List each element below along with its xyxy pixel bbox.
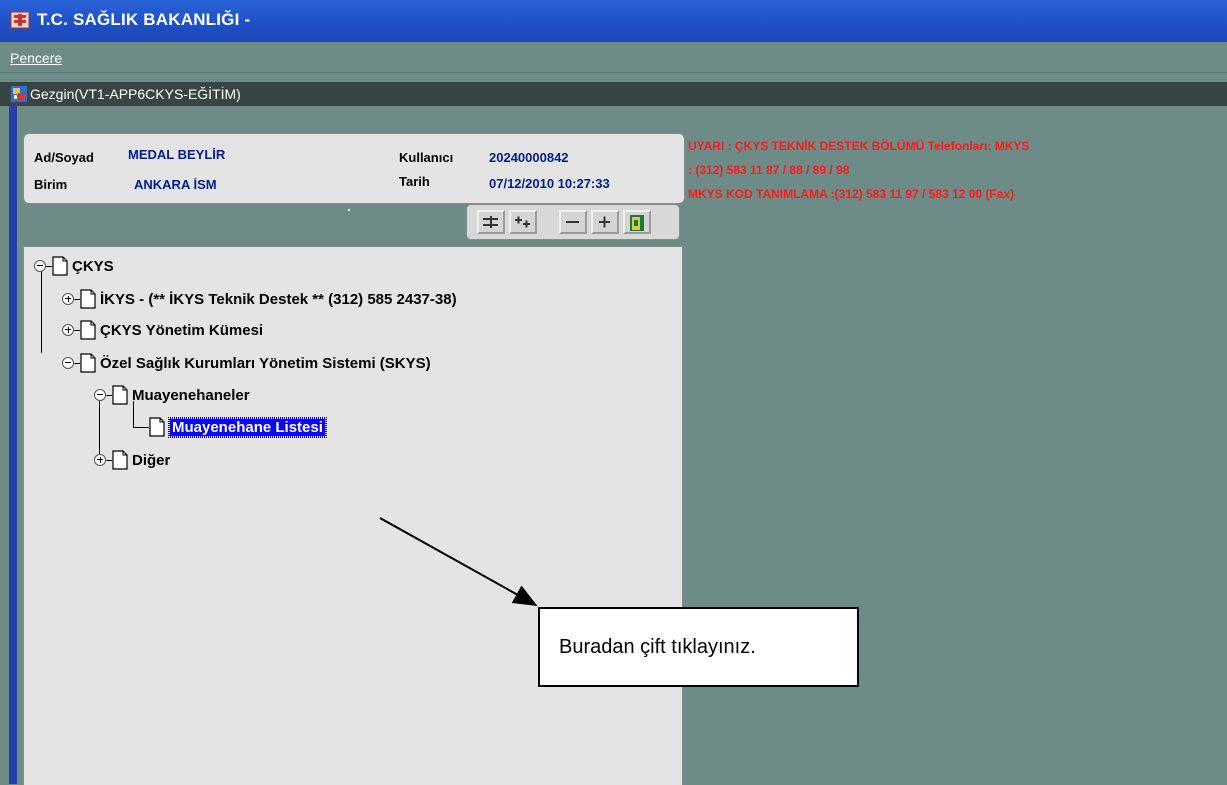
annotation-callout: Buradan çift tıklayınız. [538,607,859,687]
callout-text: Buradan çift tıklayınız. [559,636,756,658]
